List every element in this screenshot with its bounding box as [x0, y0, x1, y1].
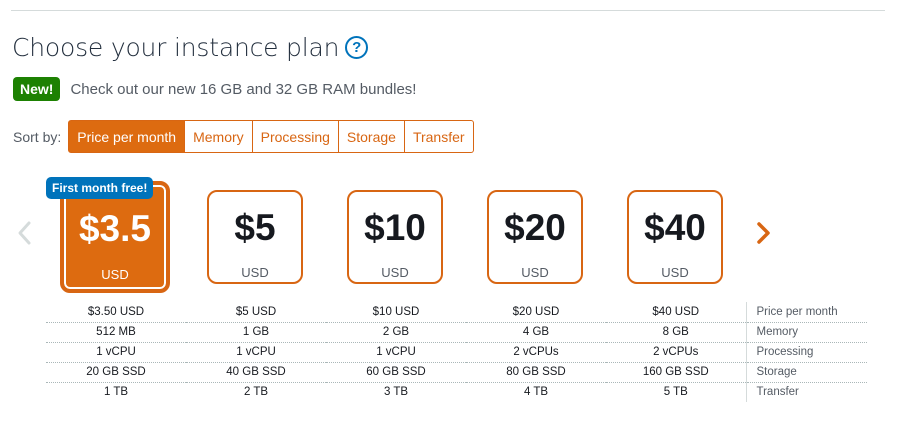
sort-bar: Sort by: Price per month Memory Processi…: [13, 120, 474, 153]
new-badge: New!: [13, 77, 61, 101]
spec-row-label: Price per month: [745, 302, 867, 323]
plan-price: $40: [644, 207, 706, 248]
spec-cell: 1 TB: [103, 386, 129, 399]
spec-row-storage: 20 GB SSD 40 GB SSD 60 GB SSD 80 GB SSD …: [46, 362, 867, 383]
plan-price: $10: [364, 207, 426, 248]
header: Choose your instance plan ?: [12, 33, 369, 62]
plan-currency: USD: [101, 267, 129, 282]
spec-row-processing: 1 vCPU 1 vCPU 1 vCPU 2 vCPUs 2 vCPUs Pro…: [46, 342, 867, 363]
spec-row-label: Storage: [745, 362, 867, 383]
page-title: Choose your instance plan: [12, 33, 340, 62]
spec-cell: $5 USD: [186, 302, 326, 323]
spec-cell: 2 vCPUs: [466, 342, 606, 363]
plan-currency: USD: [381, 265, 409, 280]
spec-cell: 4 TB: [523, 386, 549, 399]
sort-button-group: Price per month Memory Processing Storag…: [68, 120, 474, 153]
plan-price: $5: [234, 207, 276, 248]
spec-cell: 40 GB SSD: [186, 362, 326, 383]
plan-currency: USD: [521, 265, 549, 280]
spec-row-label: Memory: [745, 322, 867, 343]
spec-cell: $3.50 USD: [46, 302, 186, 323]
spec-cell: 20 GB SSD: [46, 362, 186, 383]
spec-row-label: Processing: [745, 342, 867, 363]
sort-label: Sort by:: [13, 128, 62, 145]
spec-cell: 8 GB: [606, 322, 746, 343]
spec-cell: 5 TB: [663, 386, 688, 399]
spec-cell: 3 TB: [383, 386, 409, 399]
plan-card-10[interactable]: $10 USD: [347, 190, 443, 284]
sort-price-button[interactable]: Price per month: [68, 120, 186, 153]
spec-row-label: Transfer: [745, 382, 867, 402]
spec-cell: 160 GB SSD: [606, 362, 746, 383]
spec-row-price: $3.50 USD $5 USD $10 USD $20 USD $40 USD…: [46, 302, 867, 323]
spec-cell: 1 GB: [186, 322, 326, 343]
spec-cell: $10 USD: [326, 302, 466, 323]
sort-transfer-button[interactable]: Transfer: [404, 120, 474, 153]
spec-cell: 1 vCPU: [326, 342, 466, 363]
spec-row-transfer: 1 TB 2 TB 3 TB 4 TB 5 TB Transfer: [46, 382, 867, 402]
top-divider: [11, 10, 885, 11]
spec-cell: 1 vCPU: [46, 342, 186, 363]
carousel-next-button[interactable]: [752, 220, 774, 246]
spec-row-memory: 512 MB 1 GB 2 GB 4 GB 8 GB Memory: [46, 322, 867, 343]
promo-banner: New! Check out our new 16 GB and 32 GB R…: [13, 77, 416, 101]
spec-cell: 1 vCPU: [186, 342, 326, 363]
spec-cell: 4 GB: [466, 322, 606, 343]
spec-cell: 2 GB: [326, 322, 466, 343]
sort-memory-button[interactable]: Memory: [185, 120, 253, 153]
spec-cell: 2 TB: [243, 386, 269, 399]
spec-table: $3.50 USD $5 USD $10 USD $20 USD $40 USD…: [46, 302, 867, 402]
spec-cell: 60 GB SSD: [326, 362, 466, 383]
chevron-left-icon: [18, 221, 31, 245]
spec-cell: $20 USD: [466, 302, 606, 323]
spec-cell: $40 USD: [606, 302, 746, 323]
plan-currency: USD: [661, 265, 689, 280]
plan-price: $3.5: [78, 208, 151, 249]
plan-card-5[interactable]: $5 USD: [207, 190, 303, 284]
help-icon[interactable]: ?: [345, 36, 369, 59]
promo-text: Check out our new 16 GB and 32 GB RAM bu…: [70, 80, 417, 98]
first-month-free-badge: First month free!: [46, 177, 154, 199]
spec-cell: 80 GB SSD: [466, 362, 606, 383]
sort-processing-button[interactable]: Processing: [252, 120, 339, 153]
plan-card-40[interactable]: $40 USD: [627, 190, 723, 284]
spec-cell: 512 MB: [46, 322, 186, 343]
chevron-right-icon: [757, 222, 770, 244]
plan-currency: USD: [241, 265, 269, 280]
carousel-prev-button[interactable]: [14, 220, 36, 246]
plan-price: $20: [504, 207, 566, 248]
plan-card-20[interactable]: $20 USD: [487, 190, 583, 284]
spec-cell: 2 vCPUs: [606, 342, 746, 363]
sort-storage-button[interactable]: Storage: [338, 120, 405, 153]
